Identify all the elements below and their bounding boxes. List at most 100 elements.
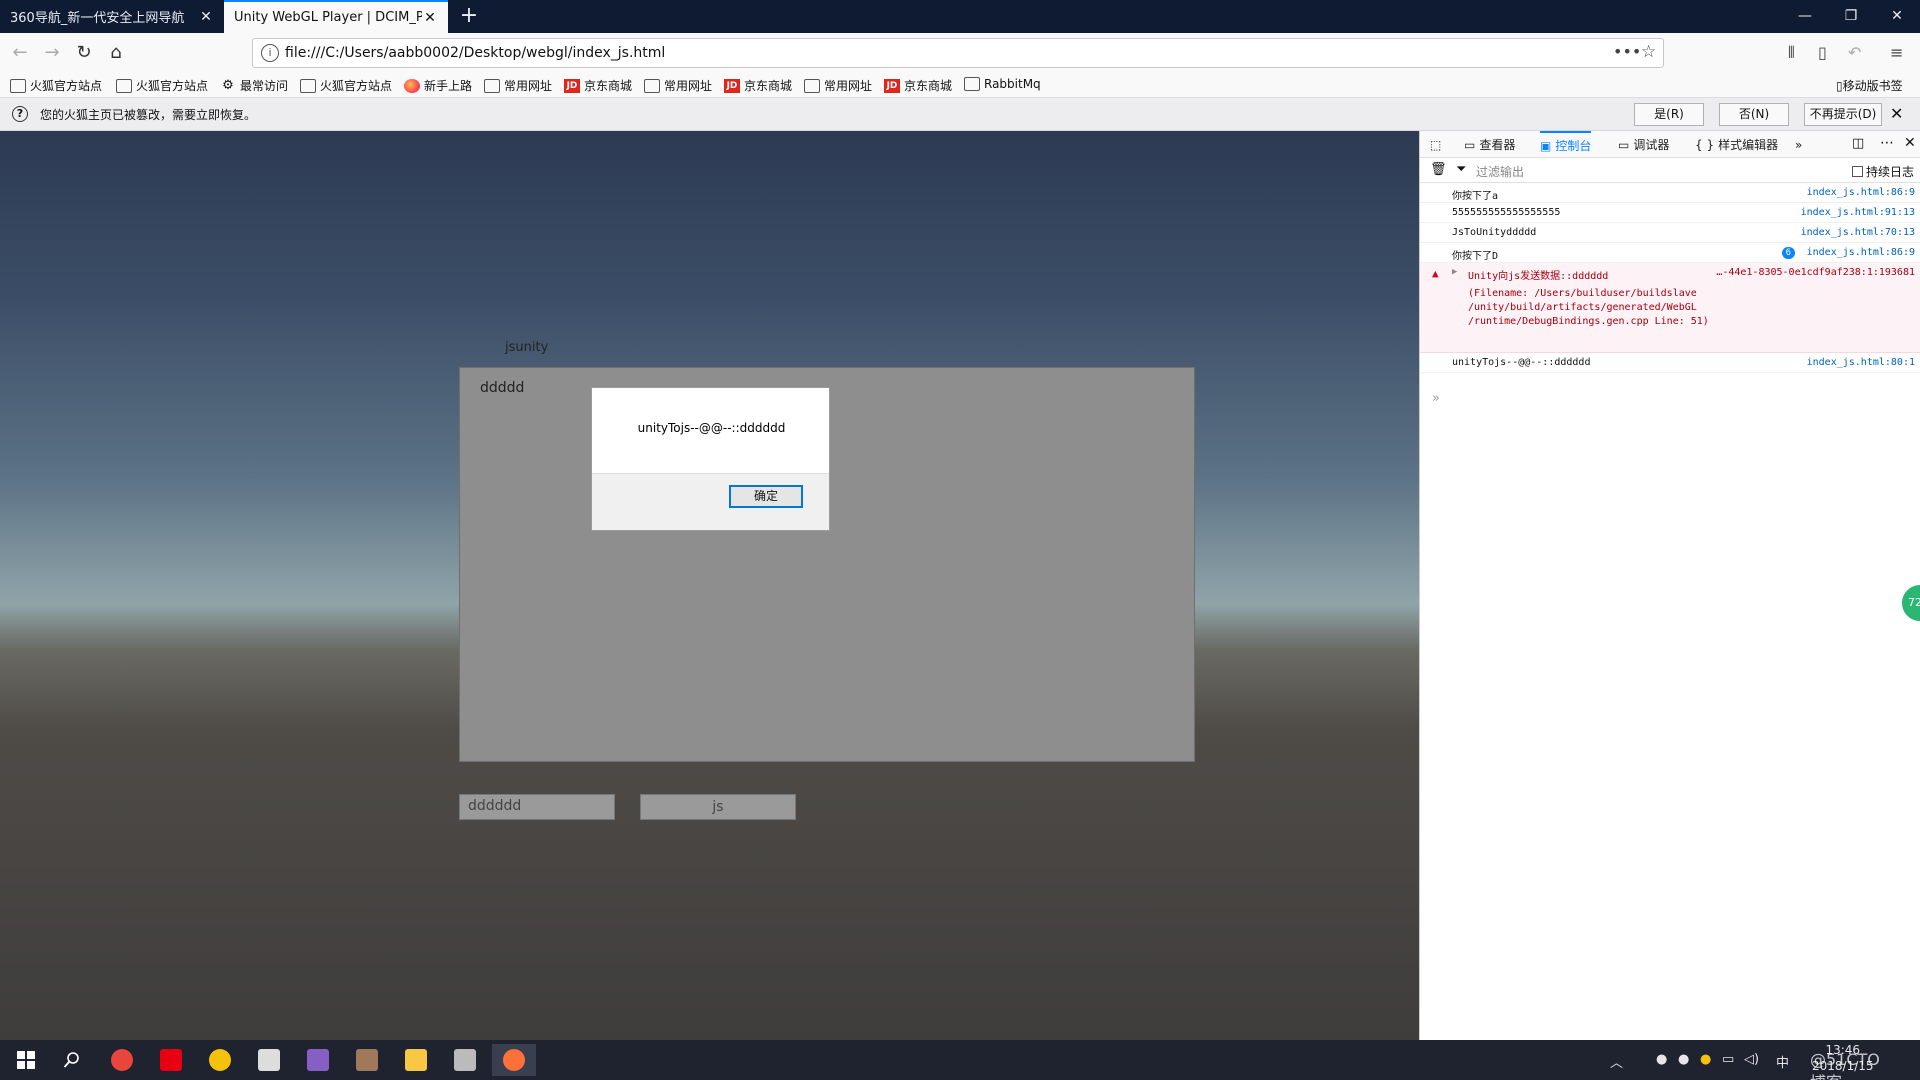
tab-label: 查看器 xyxy=(1479,138,1516,152)
devtools-menu-icon[interactable]: ⋯ xyxy=(1880,135,1894,151)
log-source-link[interactable]: index_js.html:91:13 xyxy=(1801,207,1915,218)
bookmark-label: 常用网址 xyxy=(504,79,553,93)
tab-unity-webgl[interactable]: Unity WebGL Player | DCIM_PRO ✕ xyxy=(224,0,448,33)
bookmark-item[interactable]: 火狐官方站点 xyxy=(116,77,208,94)
element-picker-icon[interactable]: ⬚ xyxy=(1430,131,1441,158)
360-tray-icon[interactable]: ● xyxy=(1700,1052,1711,1067)
dont-show-again-button[interactable]: 不再提示(D) xyxy=(1804,103,1882,126)
windows-start-icon[interactable] xyxy=(4,1044,48,1076)
log-message: 555555555555555555 xyxy=(1452,207,1561,218)
hamburger-menu-icon[interactable]: ≡ xyxy=(1890,43,1903,62)
bookmark-item[interactable]: JD 京东商城 xyxy=(884,77,952,94)
error-icon: ▲ xyxy=(1432,267,1439,280)
maximize-icon[interactable]: ❐ xyxy=(1828,0,1874,33)
no-button[interactable]: 否(N) xyxy=(1719,103,1789,126)
youdao-app-icon[interactable] xyxy=(149,1044,193,1076)
log-row: JsToUnityddddd index_js.html:70:13 xyxy=(1420,223,1920,243)
devtools-toolbar: ⬚ ▭ 查看器 ▣ 控制台 ▭ 调试器 { } 样式编辑器 » ◫ ⋯ ✕ xyxy=(1420,131,1920,158)
home-icon[interactable]: ⌂ xyxy=(102,39,130,67)
file-explorer-app-icon[interactable] xyxy=(394,1044,438,1076)
yes-button[interactable]: 是(R) xyxy=(1634,103,1704,126)
log-source-link[interactable]: index_js.html:86:9 xyxy=(1807,187,1915,198)
tab-close-icon[interactable]: ✕ xyxy=(422,10,438,26)
trash-icon[interactable]: 🗑 xyxy=(1430,162,1447,177)
log-source-link[interactable]: index_js.html:86:9 xyxy=(1807,247,1915,258)
photo-app-icon[interactable] xyxy=(345,1044,389,1076)
bookmark-item[interactable]: RabbitMq xyxy=(964,77,1041,91)
minimize-icon[interactable]: — xyxy=(1782,0,1828,33)
filter-icon[interactable]: ⏷ xyxy=(1456,162,1466,177)
more-tabs-icon[interactable]: » xyxy=(1795,131,1802,158)
filter-input[interactable]: 过滤输出 xyxy=(1476,163,1524,180)
bookmark-label: 京东商城 xyxy=(904,79,953,93)
debugger-icon: ▭ xyxy=(1618,137,1630,152)
visual-studio-app-icon[interactable] xyxy=(296,1044,340,1076)
sidebar-icon[interactable]: ▯ xyxy=(1818,43,1827,62)
bookmark-item[interactable]: ⚙ 最常访问 xyxy=(220,77,288,94)
error-source-link[interactable]: …-44e1-8305-0e1cdf9af238:1:193681 xyxy=(1716,267,1915,278)
tab-console[interactable]: ▣ 控制台 xyxy=(1540,131,1592,158)
tab-style-editor[interactable]: { } 样式编辑器 xyxy=(1695,131,1778,158)
bookmark-item[interactable]: 火狐官方站点 xyxy=(10,77,102,94)
bookmark-item[interactable]: 常用网址 xyxy=(804,77,872,94)
qq-icon[interactable]: ● xyxy=(1656,1052,1667,1067)
folder-icon xyxy=(964,77,980,91)
bookmark-item[interactable]: 常用网址 xyxy=(644,77,712,94)
console-output: 你按下了a index_js.html:86:9 555555555555555… xyxy=(1420,183,1920,373)
firefox-app-icon[interactable] xyxy=(492,1044,536,1076)
devtools-close-icon[interactable]: ✕ xyxy=(1904,135,1916,151)
360-app-icon[interactable] xyxy=(198,1044,242,1076)
log-row: 555555555555555555 index_js.html:91:13 xyxy=(1420,203,1920,223)
console-prompt[interactable]: » xyxy=(1432,391,1440,406)
page-actions-icon[interactable]: ••• xyxy=(1613,42,1641,61)
ok-button[interactable]: 确定 xyxy=(729,485,803,508)
search-icon[interactable] xyxy=(50,1044,94,1076)
library-icon[interactable]: ⫴ xyxy=(1788,43,1795,63)
unity-app-icon[interactable] xyxy=(247,1044,291,1076)
undo-icon[interactable]: ↶ xyxy=(1848,43,1861,62)
unity-webgl-canvas[interactable]: jsunity ddddd dddddd js unityTojs--@@--:… xyxy=(0,131,1419,1040)
qq-icon[interactable]: ● xyxy=(1678,1052,1689,1067)
volume-icon[interactable]: ◁) xyxy=(1744,1052,1759,1067)
sublime-app-icon[interactable] xyxy=(443,1044,487,1076)
tab-debugger[interactable]: ▭ 调试器 xyxy=(1618,131,1669,158)
chevron-up-icon[interactable]: ︿ xyxy=(1610,1052,1623,1071)
back-arrow-icon[interactable]: ← xyxy=(6,39,34,67)
js-button[interactable]: js xyxy=(640,794,796,820)
new-tab-button[interactable]: + xyxy=(456,4,482,30)
bookmark-item[interactable]: 火狐官方站点 xyxy=(300,77,392,94)
url-text[interactable]: file:///C:/Users/aabb0002/Desktop/webgl/… xyxy=(285,45,665,61)
url-bar[interactable]: i file:///C:/Users/aabb0002/Desktop/webg… xyxy=(252,38,1664,68)
dock-icon[interactable]: ◫ xyxy=(1852,136,1864,151)
bookmark-item[interactable]: 新手上路 xyxy=(404,77,472,94)
chrome-app-icon[interactable] xyxy=(100,1044,144,1076)
log-source-link[interactable]: index_js.html:80:1 xyxy=(1807,357,1915,368)
tab-360-nav[interactable]: 360导航_新一代安全上网导航 ✕ xyxy=(0,0,224,33)
tab-inspector[interactable]: ▭ 查看器 xyxy=(1464,131,1515,158)
ime-indicator[interactable]: 中 xyxy=(1776,1052,1789,1071)
bookmark-item[interactable]: JD 京东商城 xyxy=(724,77,792,94)
forward-arrow-icon[interactable]: → xyxy=(38,39,66,67)
bookmark-item[interactable]: JD 京东商城 xyxy=(564,77,632,94)
console-icon: ▣ xyxy=(1540,138,1552,153)
jd-icon: JD xyxy=(884,78,900,93)
unity-text-input[interactable]: dddddd xyxy=(459,794,615,820)
firefox-icon xyxy=(404,78,420,93)
expand-triangle-icon[interactable]: ▶ xyxy=(1452,267,1457,277)
log-message: 你按下了D xyxy=(1452,251,1499,262)
repeat-count-badge: 6 xyxy=(1781,247,1795,259)
bookmark-star-icon[interactable]: ☆ xyxy=(1641,42,1656,62)
site-info-icon[interactable]: i xyxy=(261,44,279,62)
bookmark-item[interactable]: 常用网址 xyxy=(484,77,552,94)
persist-logs-checkbox[interactable]: 持续日志 xyxy=(1852,163,1914,180)
tab-label: 样式编辑器 xyxy=(1718,138,1779,152)
unity-title-label: jsunity xyxy=(505,340,549,355)
network-icon[interactable]: ▭ xyxy=(1722,1052,1734,1067)
tab-close-icon[interactable]: ✕ xyxy=(198,9,214,25)
log-source-link[interactable]: index_js.html:70:13 xyxy=(1801,227,1915,238)
close-icon[interactable]: ✕ xyxy=(1890,104,1903,123)
reload-icon[interactable]: ↻ xyxy=(70,39,98,67)
window-close-icon[interactable]: ✕ xyxy=(1874,0,1920,33)
mobile-bookmarks[interactable]: ▯移动版书签 xyxy=(1836,77,1903,94)
bookmark-label: 常用网址 xyxy=(664,79,713,93)
